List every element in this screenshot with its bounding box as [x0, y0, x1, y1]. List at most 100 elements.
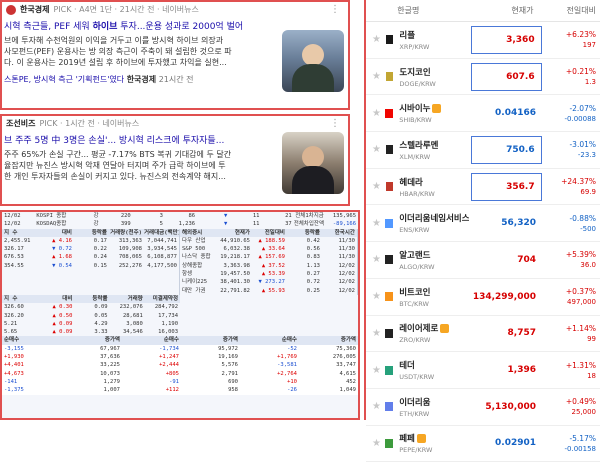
table-cell: 958 — [228, 387, 238, 394]
domestic-index-row[interactable]: 676.53 ▲ 1.68 0.24 708,065 6,108,877 — [2, 253, 179, 261]
more-options-icon[interactable]: ⋮ — [330, 4, 348, 15]
table-cell: KOSPI 종합 — [36, 213, 67, 219]
coin-name-cell[interactable]: 도지코인 DOGE/KRW — [393, 66, 469, 88]
coin-row[interactable]: ★ 리플 XRP/KRW 3,360 +6.23% 197 — [366, 22, 600, 59]
investor-flow-row[interactable]: +4,673 10,073 +805 2,791 +2,764 4,615 — [2, 370, 358, 378]
coin-row[interactable]: ★ 이더리움 ETH/KRW 5,130,000 +0.49% 25,000 — [366, 389, 600, 426]
favorite-star-icon[interactable]: ★ — [372, 438, 385, 449]
news-pick-info: PICK · 1시간 전 · 네이버뉴스 — [39, 119, 140, 128]
futures-row[interactable]: 326.60 ▲ 0.30 0.09 232,076 284,792 — [2, 303, 180, 311]
investor-flow-row[interactable]: +1,930 37,636 +1,247 19,169 +1,769 276,005 — [2, 353, 358, 361]
news-headline[interactable]: 브 주주 5명 中 3명은 손실'... 방시혁 리스크에 투자자들... — [2, 133, 282, 146]
coin-name-cell[interactable]: 이더리움 ETH/KRW — [393, 396, 468, 418]
coin-row[interactable]: ★ 시바이누 SHIB/KRW 0.04166 -2.07% -0.00088 — [366, 95, 600, 133]
news-source[interactable]: 한국경제 — [20, 4, 49, 15]
investor-flow-row[interactable]: -1,375 1,007 +112 958 -26 1,049 — [2, 386, 358, 394]
index-summary-row[interactable]: 12/02 KOSPI 종합 강 220 3 86 ▼ 11 21 전체1차지금 135,965 — [2, 212, 358, 220]
coin-row[interactable]: ★ 페페 PEPE/KRW 0.02901 -5.17% -0.00158 — [366, 426, 600, 462]
news-thumbnail[interactable] — [282, 30, 344, 92]
investor-flow-row[interactable]: -141 1,279 -91 690 +10 452 — [2, 378, 358, 386]
coin-row[interactable]: ★ 테더 USDT/KRW 1,396 +1.31% 18 — [366, 352, 600, 389]
world-index-row[interactable]: 다우 산업 44,910.65 ▲ 188.59 0.42 11/30 — [180, 237, 357, 245]
table-cell: 강 — [93, 213, 99, 219]
coin-row[interactable]: ★ 알고랜드 ALGO/KRW 704 +5.39% 36.0 — [366, 242, 600, 279]
futures-row[interactable]: 5.21 ▲ 0.09 4.29 3,080 1,190 — [2, 320, 180, 328]
table-cell: 11/30 — [338, 246, 355, 253]
news-card[interactable]: 조선비즈 PICK · 1시간 전 · 네이버뉴스 ⋮ 브 주주 5명 中 3명… — [0, 114, 350, 206]
coin-name-cell[interactable]: 시바이누 SHIB/KRW — [393, 102, 468, 124]
coin-korean-name: 테더 — [399, 361, 415, 372]
change-amount: 36.0 — [580, 261, 596, 270]
table-cell: -91 — [169, 378, 179, 385]
favorite-star-icon[interactable]: ★ — [372, 218, 385, 229]
table-cell: 399 — [120, 221, 131, 228]
table-cell: +112 — [165, 387, 179, 394]
column-header: 지 수 — [4, 295, 18, 302]
coin-row[interactable]: ★ 도지코인 DOGE/KRW 607.6 +0.21% 1.3 — [366, 59, 600, 96]
futures-row[interactable]: 326.20 ▲ 0.50 0.05 28,681 17,734 — [2, 312, 180, 320]
coin-name-cell[interactable]: 스텔라루멘 XLM/KRW — [393, 139, 469, 161]
coin-korean-name: 도지코인 — [399, 67, 431, 78]
table-cell: 5,576 — [221, 362, 238, 369]
favorite-star-icon[interactable]: ★ — [372, 365, 385, 376]
coin-pair: ALGO/KRW — [399, 262, 435, 271]
coin-name-cell[interactable]: 알고랜드 ALGO/KRW — [393, 249, 468, 271]
news-headline[interactable]: 시혁 측근들, PEF 세워 하이브 투자...운용 성과로 2000억 벌어 — [2, 19, 282, 32]
investor-flow-row[interactable]: -3,155 67,967 -1,734 95,972 -52 75,360 — [2, 345, 358, 353]
index-summary-row[interactable]: 12/02 KOSDAQ종합 강 399 5 1,236 ▼ 11 37 전체차입잔액 -89,16… — [2, 220, 358, 228]
column-name[interactable]: 한글명 — [391, 5, 467, 16]
coin-name-cell[interactable]: 비트코인 BTC/KRW — [393, 286, 468, 308]
coin-row[interactable]: ★ 레이어제로 ZRO/KRW 8,757 +1.14% 99 — [366, 316, 600, 353]
coin-row[interactable]: ★ 헤데라 HBAR/KRW 356.7 +24.37% 69.9 — [366, 169, 600, 206]
coin-price: 356.7 — [471, 172, 542, 201]
table-cell: 5.65 — [4, 329, 18, 336]
table-cell: 44,910.65 — [220, 237, 250, 244]
coin-name-cell[interactable]: 페페 PEPE/KRW — [393, 432, 468, 454]
favorite-star-icon[interactable]: ★ — [372, 291, 385, 302]
world-index-row[interactable]: 상해종합 3,363.98 ▲ 37.52 1.13 12/02 — [180, 262, 357, 270]
world-index-row[interactable]: S&P 500 6,032.38 ▲ 33.64 0.56 11/30 — [180, 245, 357, 253]
favorite-star-icon[interactable]: ★ — [372, 71, 386, 82]
table-cell: 28,681 — [122, 312, 143, 319]
news-card[interactable]: 한국경제 PICK · A4면 1단 · 21시간 전 · 네이버뉴스 ⋮ 시혁… — [0, 0, 350, 110]
table-cell: 1,279 — [103, 378, 120, 385]
coin-name-cell[interactable]: 이더리움네임서비스 ENS/KRW — [393, 212, 468, 234]
favorite-star-icon[interactable]: ★ — [372, 108, 385, 119]
table-cell: 284,792 — [154, 304, 179, 311]
change-percent: +6.23% — [565, 30, 597, 40]
coin-change: +0.49% 25,000 — [542, 397, 600, 416]
world-index-row[interactable]: 나스닥 종합 19,218.17 ▲ 157.69 0.83 11/30 — [180, 253, 357, 261]
favorite-star-icon[interactable]: ★ — [372, 34, 386, 45]
domestic-index-row[interactable]: 354.55 ▼ 0.54 0.15 252,276 4,177,500 — [2, 262, 179, 270]
coin-name-cell[interactable]: 헤데라 HBAR/KRW — [393, 176, 469, 198]
domestic-index-row[interactable]: 2,455.91 ▲ 4.16 0.17 313,363 7,044,741 — [2, 237, 179, 245]
favorite-star-icon[interactable]: ★ — [372, 144, 386, 155]
more-options-icon[interactable]: ⋮ — [330, 118, 348, 129]
column-change[interactable]: 전일대비 — [542, 5, 600, 16]
domestic-index-row[interactable]: 326.17 ▼ 0.72 0.22 109,908 3,934,545 — [2, 245, 179, 253]
coin-name-cell[interactable]: 레이어제로 ZRO/KRW — [393, 322, 468, 344]
favorite-star-icon[interactable]: ★ — [372, 254, 385, 265]
futures-row[interactable]: 5.65 ▲ 0.09 3.33 34,546 16,003 — [2, 328, 180, 336]
news-thumbnail[interactable] — [282, 132, 344, 194]
coin-row[interactable]: ★ 이더리움네임서비스 ENS/KRW 56,320 -0.88% -500 — [366, 205, 600, 243]
investor-flow-row[interactable]: +4,401 33,225 +2,444 5,576 -3,581 33,747 — [2, 361, 358, 369]
coin-row[interactable]: ★ 스텔라루멘 XLM/KRW 750.6 -3.01% -23.3 — [366, 132, 600, 169]
coin-name-cell[interactable]: 리플 XRP/KRW — [393, 29, 469, 51]
table-cell: 0.42 — [306, 237, 320, 244]
favorite-star-icon[interactable]: ★ — [372, 181, 386, 192]
coin-row[interactable]: ★ 비트코인 BTC/KRW 134,299,000 +0.37% 497,000 — [366, 279, 600, 316]
table-cell: 5.21 — [4, 320, 18, 327]
favorite-star-icon[interactable]: ★ — [372, 401, 385, 412]
table-cell: -3,581 — [277, 362, 297, 369]
world-index-row[interactable]: 항셍 19,457.50 ▲ 53.39 0.27 12/02 — [180, 270, 357, 278]
coin-price: 1,396 — [507, 365, 537, 376]
coin-name-cell[interactable]: 테더 USDT/KRW — [393, 359, 468, 381]
change-percent: +5.39% — [565, 250, 596, 260]
column-price[interactable]: 현재가 — [467, 5, 541, 16]
world-index-row[interactable]: 니케이225 38,401.30 ▼ 273.27 0.72 12/02 — [180, 278, 357, 286]
world-index-row[interactable]: 대만 가권 22,791.82 ▲ 55.93 0.25 12/02 — [180, 287, 357, 295]
favorite-star-icon[interactable]: ★ — [372, 328, 385, 339]
news-source[interactable]: 조선비즈 — [6, 118, 35, 129]
table-cell: -3,155 — [4, 345, 24, 352]
